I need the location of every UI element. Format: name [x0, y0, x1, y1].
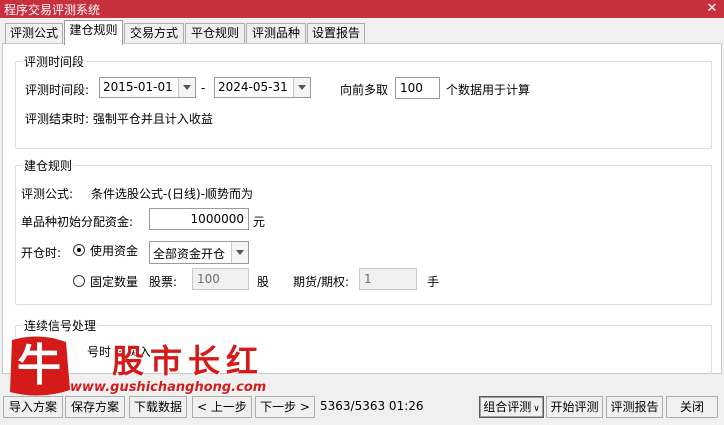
- lookback-input[interactable]: 100: [395, 77, 440, 99]
- open-label: 开仓时:: [21, 246, 62, 260]
- chevron-down-icon[interactable]: [178, 78, 195, 97]
- window-title: 程序交易评测系统: [4, 3, 101, 17]
- end-date-value: 2024-05-31: [218, 80, 288, 94]
- futures-unit: 手: [427, 275, 440, 289]
- chevron-down-icon[interactable]: [231, 242, 248, 263]
- tab-strip: 评测公式 建仓规则 交易方式 平仓规则 评测品种 设置报告: [0, 18, 724, 45]
- status-text: 5363/5363 01:26: [320, 399, 424, 413]
- capital-unit: 元: [253, 215, 266, 229]
- end-date-picker[interactable]: 2024-05-31: [214, 77, 311, 98]
- capital-mode-value: 全部资金开仓: [153, 247, 226, 261]
- close-button[interactable]: 关闭: [666, 396, 718, 418]
- stock-unit: 股: [257, 275, 270, 289]
- combo-eval-label: 组合评测: [483, 400, 532, 414]
- signal-partial-text: 号时 再买入: [87, 345, 151, 359]
- use-capital-label: 使用资金: [90, 244, 139, 258]
- tab-content: 评测时间段 评测时间段: 2015-01-01 - 2024-05-31 向前多…: [2, 43, 722, 387]
- start-eval-button[interactable]: 开始评测: [546, 396, 603, 418]
- tab-close-rules[interactable]: 平仓规则: [185, 23, 245, 44]
- capital-input[interactable]: 1000000: [149, 208, 249, 230]
- tab-instruments[interactable]: 评测品种: [246, 23, 306, 44]
- download-data-button[interactable]: 下载数据: [129, 396, 187, 418]
- date-dash: -: [201, 81, 206, 95]
- tab-report-settings[interactable]: 设置报告: [307, 23, 365, 44]
- lookback-suffix: 个数据用于计算: [446, 83, 531, 97]
- combo-eval-button[interactable]: 组合评测 ∨: [479, 396, 544, 418]
- futures-qty-input[interactable]: 1: [359, 268, 417, 290]
- chevron-down-icon: ∨: [533, 404, 540, 414]
- formula-label: 评测公式:: [21, 187, 74, 201]
- start-date-value: 2015-01-01: [103, 80, 173, 94]
- stock-qty-input[interactable]: 100: [192, 268, 249, 290]
- start-date-picker[interactable]: 2015-01-01: [99, 77, 196, 98]
- period-legend: 评测时间段: [24, 55, 85, 69]
- import-scheme-button[interactable]: 导入方案: [3, 396, 63, 418]
- period-end-note: 评测结束时: 强制平仓并且计入收益: [25, 112, 213, 126]
- capital-label: 单品种初始分配资金:: [21, 215, 134, 229]
- build-rules-legend: 建仓规则: [24, 159, 73, 173]
- futures-label: 期货/期权:: [293, 275, 350, 289]
- fixed-qty-label: 固定数量: [90, 275, 139, 289]
- signal-legend: 连续信号处理: [24, 319, 97, 333]
- close-icon[interactable]: ✕: [704, 0, 720, 17]
- title-bar: 程序交易评测系统 ✕: [0, 0, 724, 18]
- next-step-button[interactable]: 下一步 >: [255, 396, 315, 418]
- tab-formula[interactable]: 评测公式: [5, 23, 63, 44]
- save-scheme-button[interactable]: 保存方案: [65, 396, 125, 418]
- stock-label: 股票:: [149, 275, 178, 289]
- period-range-label: 评测时间段:: [25, 83, 90, 97]
- chevron-down-icon[interactable]: [293, 78, 310, 97]
- bottom-bar: 导入方案 保存方案 下载数据 < 上一步 下一步 > 5363/5363 01:…: [0, 374, 724, 425]
- fixed-qty-radio[interactable]: [73, 275, 85, 287]
- capital-mode-select[interactable]: 全部资金开仓: [149, 241, 249, 264]
- prev-step-button[interactable]: < 上一步: [192, 396, 252, 418]
- tab-build-rules[interactable]: 建仓规则: [64, 20, 123, 45]
- eval-report-button[interactable]: 评测报告: [606, 396, 663, 418]
- tab-trade-mode[interactable]: 交易方式: [124, 23, 184, 44]
- lookback-prefix: 向前多取: [340, 83, 389, 97]
- formula-value: 条件选股公式-(日线)-顺势而为: [91, 187, 254, 201]
- use-capital-radio[interactable]: [73, 244, 85, 256]
- period-group: 评测时间段: [15, 53, 712, 149]
